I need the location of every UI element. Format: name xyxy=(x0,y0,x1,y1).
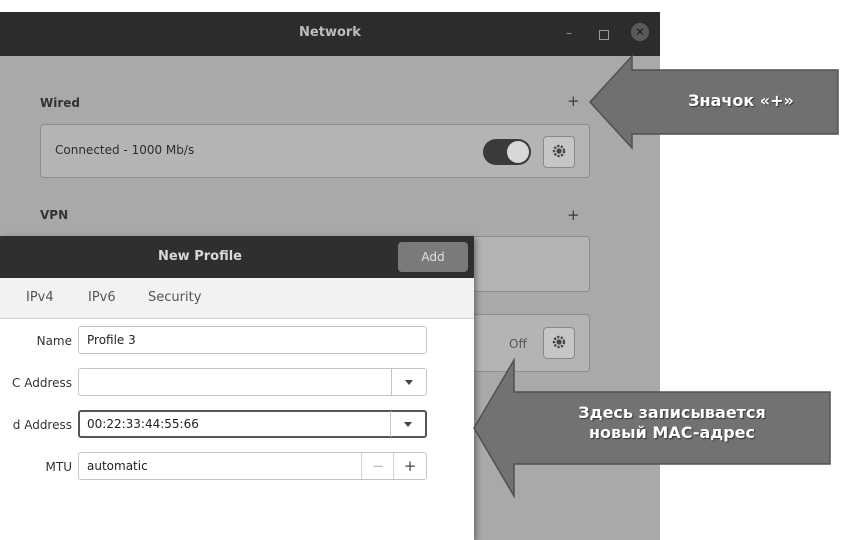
mac-address-combobox[interactable] xyxy=(78,368,427,396)
proxy-status: Off xyxy=(509,337,527,351)
wired-toggle-switch[interactable] xyxy=(483,139,531,165)
network-titlebar: Network – ✕ xyxy=(0,12,660,56)
wired-settings-button[interactable] xyxy=(543,136,575,168)
chevron-down-icon xyxy=(404,422,412,427)
cloned-address-dropdown-button[interactable] xyxy=(390,411,425,437)
mac-callout-text-line2: новый MAC-адрес xyxy=(589,423,755,442)
name-label: Name xyxy=(36,334,72,348)
close-icon[interactable]: ✕ xyxy=(631,23,649,41)
mtu-spinbutton[interactable]: automatic − + xyxy=(78,452,427,480)
vpn-section-label: VPN xyxy=(40,208,69,222)
dialog-title: New Profile xyxy=(157,249,242,264)
tab-ipv4[interactable]: IPv4 xyxy=(26,290,54,305)
mtu-label: MTU xyxy=(45,460,72,474)
cloned-address-label: d Address xyxy=(12,418,72,432)
proxy-settings-button[interactable] xyxy=(543,327,575,359)
wired-section-label: Wired xyxy=(40,96,80,110)
dialog-titlebar: New Profile Add xyxy=(0,236,474,278)
mtu-decrement-button[interactable]: − xyxy=(361,453,394,479)
cloned-address-value: 00:22:33:44:55:66 xyxy=(87,417,199,431)
mac-address-label: C Address xyxy=(12,376,72,390)
tab-security[interactable]: Security xyxy=(148,290,201,305)
wired-connection-card: Connected - 1000 Mb/s xyxy=(40,124,590,178)
wired-add-plus-icon[interactable]: + xyxy=(567,92,580,110)
minimize-icon[interactable]: – xyxy=(566,26,572,40)
chevron-down-icon xyxy=(405,380,413,385)
network-window-title: Network xyxy=(299,25,361,40)
toggle-knob xyxy=(507,141,529,163)
plus-icon-callout: Значок «+» xyxy=(588,54,841,150)
mac-address-callout: Здесь записывается новый MAC-адрес xyxy=(472,357,834,499)
mac-callout-text-line1: Здесь записывается xyxy=(578,403,766,422)
new-profile-dialog: New Profile Add IPv4 IPv6 Security Name … xyxy=(0,236,474,540)
name-input[interactable]: Profile 3 xyxy=(78,326,427,354)
cloned-address-combobox[interactable]: 00:22:33:44:55:66 xyxy=(78,410,427,438)
vpn-add-plus-icon[interactable]: + xyxy=(567,206,580,224)
mtu-increment-button[interactable]: + xyxy=(393,453,426,479)
mtu-value: automatic xyxy=(87,459,148,473)
mac-address-dropdown-button[interactable] xyxy=(391,369,426,395)
name-value: Profile 3 xyxy=(87,333,136,347)
gear-icon xyxy=(552,335,566,349)
maximize-icon[interactable] xyxy=(599,30,609,40)
plus-callout-text: Значок «+» xyxy=(688,91,794,110)
wired-connection-status: Connected - 1000 Mb/s xyxy=(55,143,195,157)
add-button[interactable]: Add xyxy=(398,242,468,272)
tab-ipv6[interactable]: IPv6 xyxy=(88,290,116,305)
dialog-tabs: IPv4 IPv6 Security xyxy=(0,278,474,319)
gear-icon xyxy=(552,144,566,158)
